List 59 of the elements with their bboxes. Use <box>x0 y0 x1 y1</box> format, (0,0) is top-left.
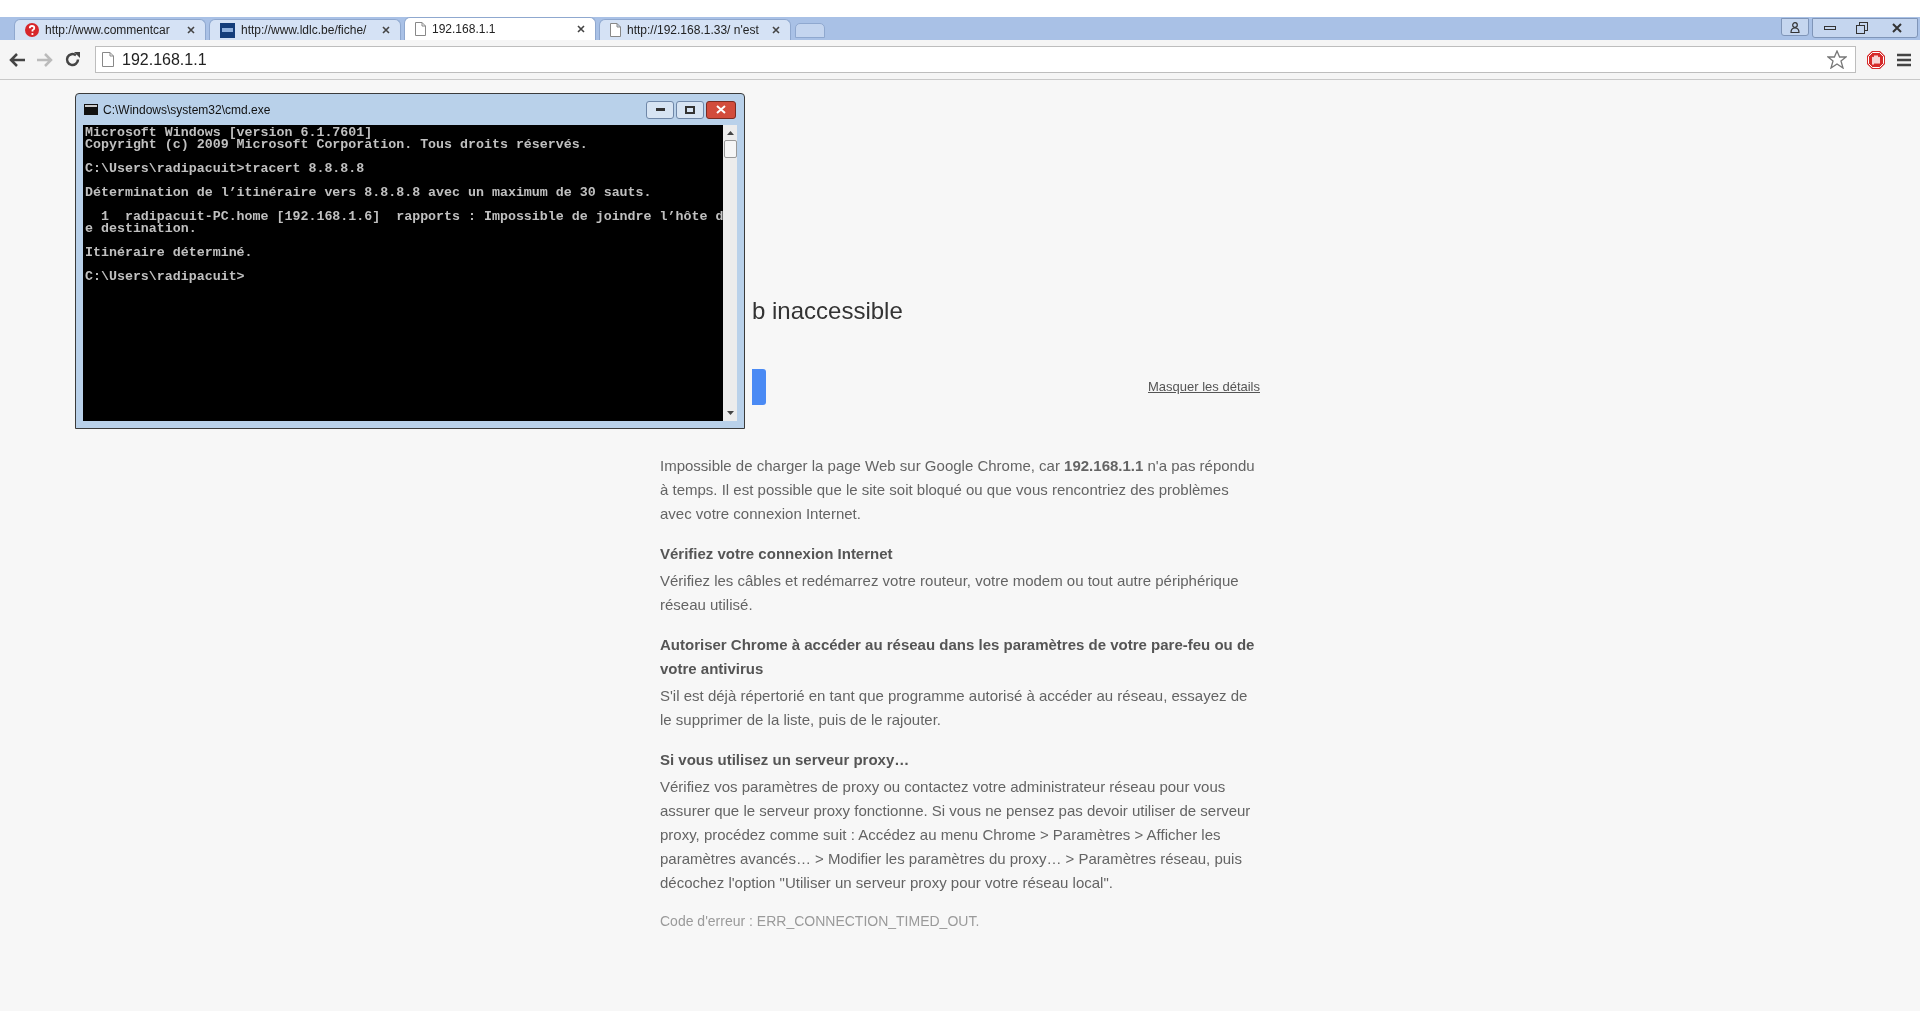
scroll-down-icon[interactable] <box>726 411 734 415</box>
question-mark-icon <box>25 23 39 37</box>
console-line: Copyright (c) 2009 Microsoft Corporation. Tous droits réservés. <box>85 139 588 151</box>
window-title: C:\Windows\system32\cmd.exe <box>103 101 271 119</box>
section-text: S'il est déjà répertorié en tant que programme autorisé à accéder au réseau, essayez de le supprimer de la liste, puis de le rajouter. <box>660 686 1249 730</box>
console-line: C:\Users\radipacuit>tracert 8.8.8.8 <box>85 163 365 175</box>
section-heading: Autoriser Chrome à accéder au réseau dans les paramètres de votre pare-feu ou de votre antivirus <box>660 635 1256 679</box>
error-code: Code d'erreur : ERR_CONNECTION_TIMED_OUT. <box>660 912 981 931</box>
reload-icon[interactable] <box>64 51 81 68</box>
browser-tab[interactable]: http://192.168.1.33/ n'est <box>599 19 791 40</box>
error-heading: b inaccessible <box>752 297 903 324</box>
section-heading: Vérifiez votre connexion Internet <box>660 544 894 564</box>
scroll-thumb[interactable] <box>723 140 737 158</box>
minimize-button[interactable] <box>646 100 674 119</box>
star-icon[interactable] <box>1827 50 1847 69</box>
back-icon[interactable] <box>8 51 26 68</box>
close-icon[interactable] <box>382 26 390 34</box>
address-bar[interactable]: 192.168.1.1 <box>95 46 1856 73</box>
close-button[interactable] <box>706 100 736 119</box>
minimize-icon <box>655 108 665 111</box>
profile-button[interactable] <box>1781 18 1809 36</box>
logo-icon <box>220 22 235 38</box>
scrollbar[interactable] <box>723 125 737 421</box>
section-heading: Si vous utilisez un serveur proxy… <box>660 750 911 770</box>
stop-sign-icon[interactable] <box>1866 49 1886 70</box>
restore-icon <box>1856 22 1868 34</box>
url-text: 192.168.1.1 <box>122 49 207 70</box>
menu-icon[interactable] <box>1896 52 1912 67</box>
section-text: Vérifiez vos paramètres de proxy ou contactez votre administrateur réseau pour vous assurer que le serveur proxy fonctionne. Si vous ne pensez pas devoir utiliser de serveur proxy, procédez comme suit : Accédez au menu Chrome > Paramètres > Afficher les paramètres avancés… > Modifier les paramètres du proxy… > Paramètres réseau, puis décochez l'option "Utiliser un serveur proxy pour votre réseau local". <box>660 777 1252 893</box>
console-line: Détermination de l’itinéraire vers 8.8.8.8 avec un maximum de 30 sauts. <box>85 187 652 199</box>
details-link[interactable]: Masquer les détails <box>1148 377 1260 397</box>
tab-title: 192.168.1.1 <box>432 21 497 38</box>
console-icon <box>84 104 98 115</box>
person-icon <box>1790 21 1800 33</box>
scroll-up-icon[interactable] <box>726 131 734 135</box>
maximize-button[interactable] <box>676 100 704 119</box>
tab-title: http://www.ldlc.be/fiche/ <box>241 22 368 39</box>
tab-title: http://192.168.1.33/ n'est <box>627 22 760 39</box>
page-icon <box>415 22 426 36</box>
tab-title: http://www.commentcar <box>45 22 171 39</box>
browser-tab[interactable]: http://www.commentcar <box>14 19 206 40</box>
console-line: 1 radipacuit-PC.home [192.168.1.6] rapports : Impossible de joindre l’hôte d <box>99 211 724 223</box>
close-icon <box>716 105 726 114</box>
close-icon[interactable] <box>772 26 780 34</box>
console-line: C:\Users\radipacuit> <box>85 271 245 283</box>
page-icon <box>102 52 114 67</box>
close-icon <box>1892 23 1902 33</box>
section-text: Vérifiez les câbles et redémarrez votre routeur, votre modem ou tout autre périphérique réseau utilisé. <box>660 571 1240 615</box>
maximize-icon <box>685 105 695 114</box>
close-icon[interactable] <box>577 25 585 33</box>
browser-tab[interactable]: 192.168.1.1 <box>404 17 596 40</box>
minimize-icon <box>1824 26 1836 30</box>
page-icon <box>610 23 621 37</box>
console-line: e destination. <box>85 223 197 235</box>
browser-tab[interactable]: http://www.ldlc.be/fiche/ <box>209 19 401 40</box>
console-line: Itinéraire déterminé. <box>85 247 253 259</box>
error-description: Impossible de charger la page Web sur Google Chrome, car 192.168.1.1 n'a pas répondu à temps. Il est possible que le site soit bloqué ou que vous rencontriez des problèmes avec votre connexion Internet. <box>660 456 1256 524</box>
console-line: Microsoft Windows [version 6.1.7601] <box>85 127 373 139</box>
close-icon[interactable] <box>187 26 195 34</box>
